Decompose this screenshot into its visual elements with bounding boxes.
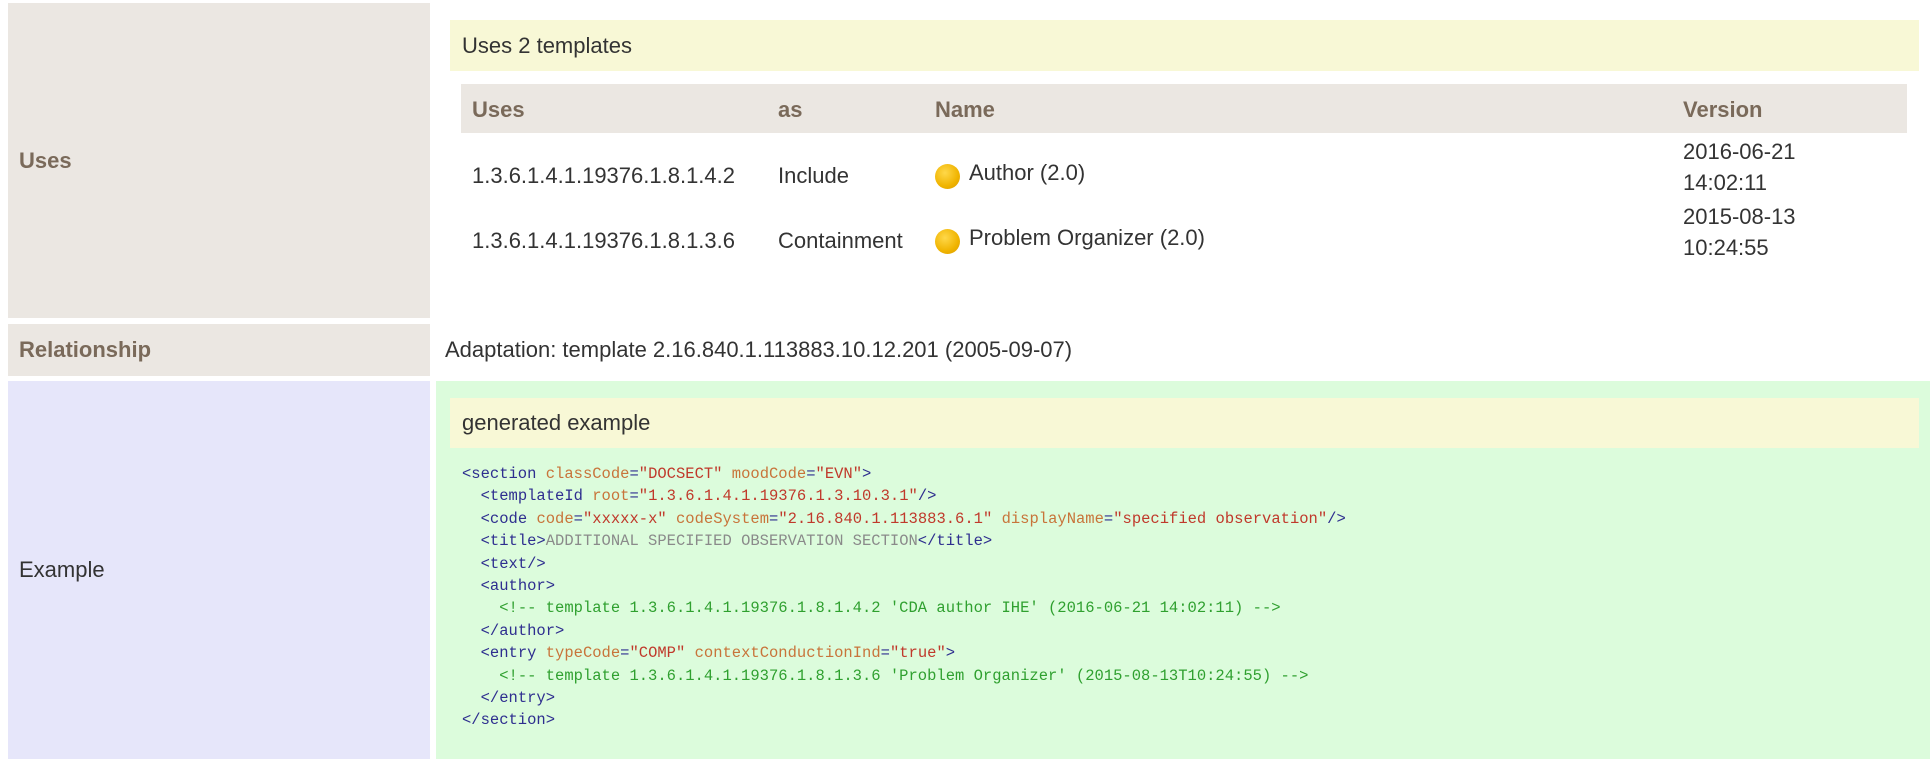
template-id[interactable]: 1.3.6.1.4.1.19376.1.8.1.4.2	[472, 163, 735, 189]
template-version: 2016-06-21 14:02:11	[1683, 136, 1796, 198]
template-id[interactable]: 1.3.6.1.4.1.19376.1.8.1.3.6	[472, 228, 735, 254]
version-time: 14:02:11	[1683, 170, 1768, 195]
uses-label: Uses	[8, 3, 430, 318]
template-usage: Containment	[778, 228, 903, 253]
status-active-icon	[935, 163, 960, 189]
template-name[interactable]: Author (2.0)	[969, 160, 1085, 186]
table-row: 1.3.6.1.4.1.19376.1.8.1.3.6 Containment …	[461, 201, 1907, 277]
example-code: <section classCode="DOCSECT" moodCode="E…	[462, 465, 1346, 730]
example-panel: generated example <section classCode="DO…	[436, 381, 1930, 759]
version-time: 10:24:55	[1683, 235, 1769, 260]
template-version: 2015-08-13 10:24:55	[1683, 201, 1796, 263]
example-label: Example	[8, 381, 430, 759]
template-usage: Include	[778, 163, 849, 188]
uses-table-header: Uses as Name Version	[461, 84, 1907, 133]
col-uses: Uses	[472, 97, 525, 122]
template-name-cell: Problem Organizer (2.0)	[935, 225, 1205, 254]
version-date: 2015-08-13	[1683, 204, 1796, 229]
uses-header: Uses 2 templates	[450, 20, 1919, 71]
col-version: Version	[1683, 97, 1763, 122]
uses-panel: Uses 2 templates Uses as Name Version 1.…	[436, 3, 1930, 318]
example-header: generated example	[450, 398, 1919, 448]
template-name[interactable]: Problem Organizer (2.0)	[969, 225, 1205, 251]
col-name: Name	[935, 97, 995, 122]
col-as: as	[778, 97, 803, 122]
relationship-text: Adaptation: template 2.16.840.1.113883.1…	[445, 337, 1073, 362]
template-name-cell: Author (2.0)	[935, 160, 1085, 189]
status-active-icon	[935, 228, 960, 254]
relationship-label: Relationship	[8, 324, 430, 376]
version-date: 2016-06-21	[1683, 139, 1796, 164]
